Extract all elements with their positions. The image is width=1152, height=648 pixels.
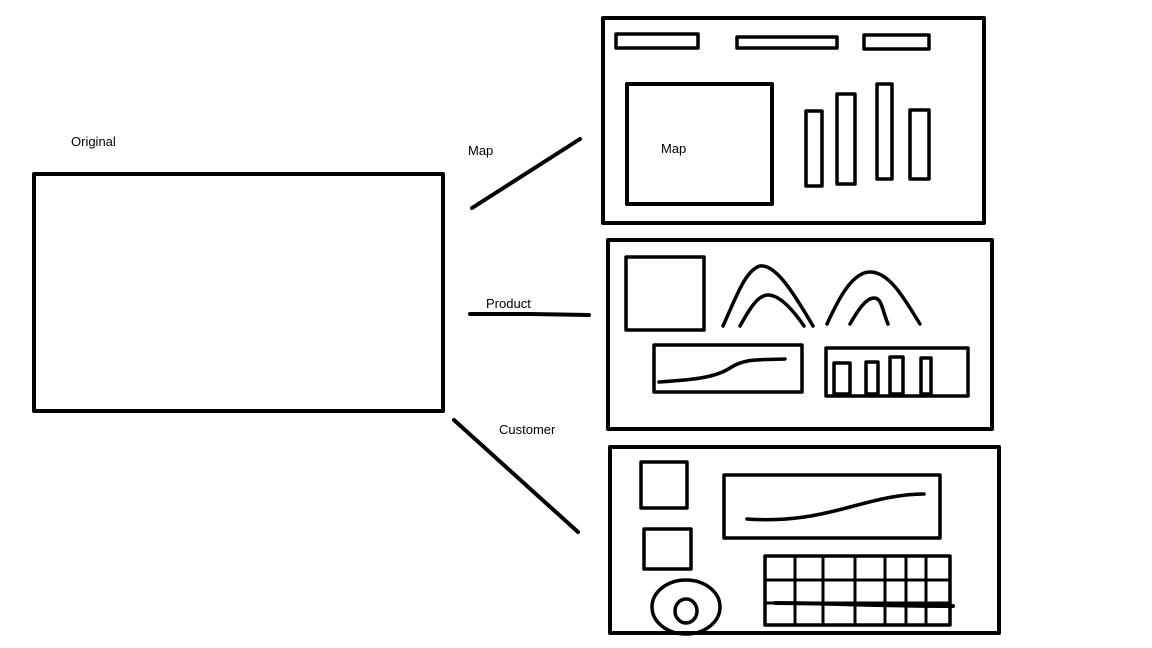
line-chart-curve (657, 357, 787, 384)
filter-bar-1 (614, 32, 700, 50)
product-dashboard-frame (606, 238, 994, 431)
original-box (32, 172, 445, 413)
bar-chart-panel (824, 346, 970, 398)
trend-chart-curve (745, 492, 926, 522)
small-bar-2 (864, 360, 880, 396)
map-panel (625, 82, 774, 206)
kpi-square-2 (642, 527, 693, 571)
arch-chart-2-inner (848, 296, 890, 326)
product-branch-label: Product (486, 296, 531, 311)
filter-bar-2 (735, 35, 839, 50)
filter-bar-3 (862, 33, 931, 51)
bar-1 (804, 109, 824, 188)
donut-chart-outer (650, 578, 722, 636)
small-bar-1 (832, 361, 852, 396)
bar-4 (908, 108, 931, 181)
sketch-diagram (32, 16, 1001, 636)
bar-2 (835, 92, 857, 186)
original-label: Original (71, 134, 116, 149)
map-dashboard (601, 16, 986, 225)
kpi-square (624, 255, 706, 332)
kpi-square-1 (639, 460, 689, 510)
customer-branch-label: Customer (499, 422, 556, 437)
small-bar-4 (919, 356, 933, 396)
donut-chart-inner (673, 597, 699, 625)
small-bar-3 (888, 355, 905, 396)
data-table-grid (763, 554, 952, 627)
bar-3 (875, 82, 894, 181)
map-box-label: Map (661, 141, 687, 156)
trend-chart-panel (722, 473, 942, 540)
product-dashboard (606, 238, 994, 431)
arch-chart-1-inner (738, 293, 806, 328)
map-branch-label: Map (468, 143, 494, 158)
connector-product (468, 312, 591, 317)
customer-dashboard (608, 445, 1001, 636)
